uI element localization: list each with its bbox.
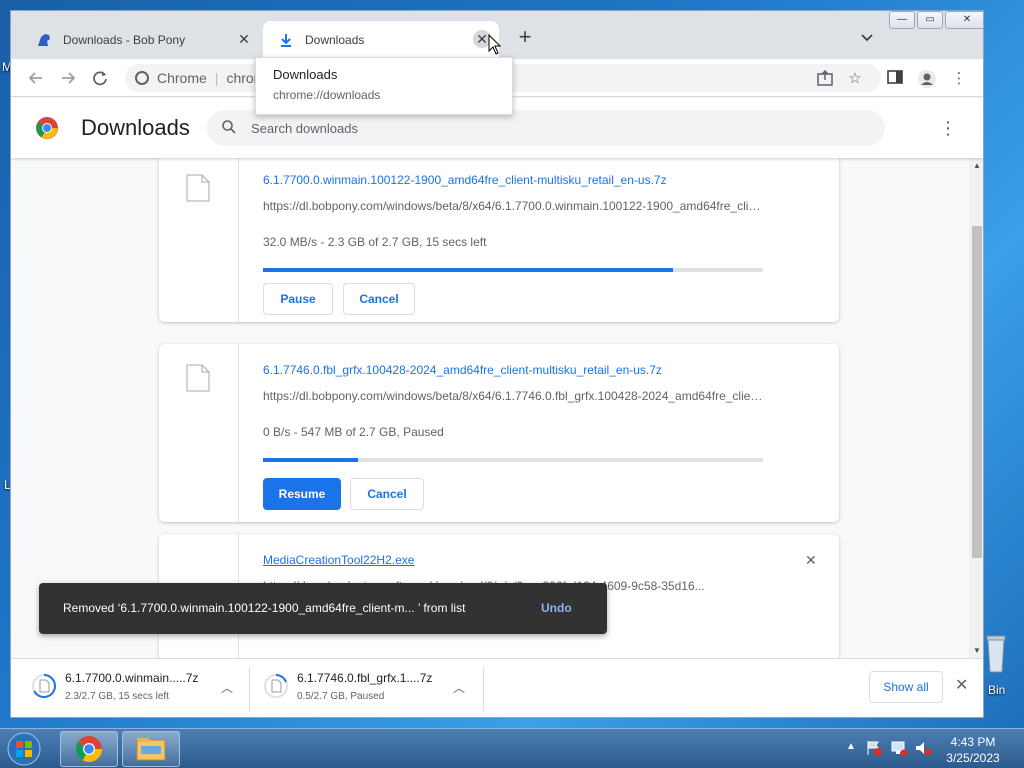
- new-tab-button[interactable]: +: [513, 25, 537, 49]
- remove-from-list-close-icon[interactable]: ✕: [805, 552, 817, 569]
- search-icon: [221, 119, 237, 138]
- profile-avatar-icon[interactable]: [917, 69, 937, 89]
- tab-hover-card: Downloads chrome://downloads: [255, 57, 513, 115]
- shelf-item-status: 0.5/2.7 GB, Paused: [297, 691, 385, 702]
- show-all-button[interactable]: Show all: [869, 671, 943, 703]
- volume-muted-icon[interactable]: [914, 739, 932, 760]
- download-item: 6.1.7700.0.winmain.100122-1900_amd64fre_…: [159, 158, 839, 322]
- mouse-cursor-icon: [488, 33, 502, 61]
- start-button[interactable]: [4, 730, 44, 768]
- minimize-button[interactable]: —: [889, 11, 915, 29]
- progress-fill: [263, 268, 673, 272]
- clock-date: 3/25/2023: [946, 751, 1000, 765]
- tab-search-chevron-icon[interactable]: [857, 27, 877, 47]
- removed-toast: Removed ‘6.1.7700.0.winmain.100122-1900_…: [39, 583, 607, 634]
- download-url[interactable]: https://dl.bobpony.com/windows/beta/8/x6…: [263, 389, 763, 403]
- file-icon: [186, 364, 210, 392]
- pause-button[interactable]: Pause: [263, 283, 333, 315]
- chrome-site-icon: [135, 71, 149, 85]
- file-progress-icon: [263, 673, 289, 699]
- scrollbar-thumb[interactable]: [972, 226, 982, 558]
- site-label: Chrome: [157, 70, 207, 86]
- scroll-down-arrow-icon[interactable]: ▼: [969, 646, 983, 655]
- tab-title: Downloads - Bob Pony: [63, 33, 186, 47]
- cancel-button[interactable]: Cancel: [350, 478, 424, 510]
- download-filename-link[interactable]: 6.1.7746.0.fbl_grfx.100428-2024_amd64fre…: [263, 363, 662, 377]
- action-center-flag-icon[interactable]: [866, 739, 882, 760]
- show-hidden-icons-icon[interactable]: ▲: [846, 741, 856, 752]
- share-icon[interactable]: [815, 69, 835, 89]
- download-progress-bar: [263, 458, 763, 462]
- tab-title: Downloads: [305, 33, 365, 47]
- clock-time: 4:43 PM: [950, 735, 996, 749]
- shelf-divider: [249, 667, 250, 711]
- reload-icon[interactable]: [89, 67, 111, 89]
- more-actions-kebab-icon[interactable]: ⋮: [939, 118, 957, 139]
- taskbar-clock[interactable]: 4:43 PM 3/25/2023: [940, 734, 1006, 766]
- file-icon: [186, 174, 210, 202]
- back-arrow-icon[interactable]: [25, 67, 47, 89]
- window-controls: — ▭ ✕: [887, 11, 983, 31]
- tab-bobpony[interactable]: Downloads - Bob Pony ✕: [21, 21, 261, 59]
- tab-close-icon[interactable]: ✕: [235, 30, 253, 48]
- taskbar-chrome-button[interactable]: [60, 731, 118, 767]
- shelf-item[interactable]: 6.1.7746.0.fbl_grfx.1....7z 0.5/2.7 GB, …: [263, 669, 473, 709]
- shelf-item-status: 2.3/2.7 GB, 15 secs left: [65, 691, 169, 702]
- side-panel-icon[interactable]: [885, 69, 905, 89]
- network-icon[interactable]: [890, 739, 908, 760]
- hovercard-title: Downloads: [273, 67, 338, 82]
- shelf-divider: [483, 667, 484, 711]
- download-shelf: 6.1.7700.0.winmain.....7z 2.3/2.7 GB, 15…: [11, 658, 983, 717]
- shelf-item-name: 6.1.7746.0.fbl_grfx.1....7z: [297, 671, 433, 685]
- browser-window: Downloads - Bob Pony ✕ Downloads ✕ + — ▭…: [10, 10, 984, 718]
- maximize-button[interactable]: ▭: [917, 11, 943, 29]
- download-status: 0 B/s - 547 MB of 2.7 GB, Paused: [263, 425, 444, 439]
- menu-kebab-icon[interactable]: ⋮: [949, 69, 969, 89]
- recycle-bin-icon[interactable]: [986, 632, 1006, 676]
- download-progress-bar: [263, 268, 763, 272]
- chevron-up-icon[interactable]: ︿: [453, 679, 465, 696]
- search-placeholder: Search downloads: [251, 120, 358, 136]
- download-filename-link[interactable]: MediaCreationTool22H2.exe: [263, 553, 414, 567]
- cancel-button[interactable]: Cancel: [343, 283, 415, 315]
- window-close-button[interactable]: ✕: [945, 11, 983, 29]
- shelf-close-icon[interactable]: ✕: [955, 675, 968, 695]
- file-progress-icon: [31, 673, 57, 699]
- taskbar: ▲ 4:43 PM 3/25/2023: [0, 728, 1024, 768]
- forward-arrow-icon[interactable]: [57, 67, 79, 89]
- chrome-logo-icon: [35, 116, 59, 140]
- system-tray: ▲ 4:43 PM 3/25/2023: [840, 729, 1024, 768]
- bookmark-star-icon[interactable]: ☆: [845, 69, 865, 89]
- shelf-item-name: 6.1.7700.0.winmain.....7z: [65, 671, 199, 685]
- search-downloads-input[interactable]: Search downloads: [207, 110, 885, 146]
- scroll-up-arrow-icon[interactable]: ▲: [969, 161, 983, 170]
- undo-button[interactable]: Undo: [541, 601, 572, 615]
- chevron-up-icon[interactable]: ︿: [221, 679, 233, 696]
- download-url[interactable]: https://dl.bobpony.com/windows/beta/8/x6…: [263, 199, 763, 213]
- taskbar-explorer-button[interactable]: [122, 731, 180, 767]
- download-item: 6.1.7746.0.fbl_grfx.100428-2024_amd64fre…: [159, 344, 839, 522]
- hovercard-url: chrome://downloads: [273, 88, 381, 102]
- recycle-bin-label[interactable]: Bin: [988, 683, 1005, 697]
- bobpony-favicon-icon: [35, 31, 53, 49]
- download-status: 32.0 MB/s - 2.3 GB of 2.7 GB, 15 secs le…: [263, 235, 487, 249]
- tab-downloads[interactable]: Downloads ✕: [263, 21, 499, 59]
- page-scrollbar[interactable]: ▲ ▼: [969, 158, 983, 658]
- download-filename-link[interactable]: 6.1.7700.0.winmain.100122-1900_amd64fre_…: [263, 173, 667, 187]
- toast-message: Removed ‘6.1.7700.0.winmain.100122-1900_…: [63, 601, 466, 615]
- download-favicon-icon: [277, 31, 295, 49]
- resume-button[interactable]: Resume: [263, 478, 341, 510]
- progress-fill: [263, 458, 358, 462]
- omnibox-separator: |: [214, 70, 219, 86]
- page-title: Downloads: [81, 115, 190, 140]
- shelf-item[interactable]: 6.1.7700.0.winmain.....7z 2.3/2.7 GB, 15…: [31, 669, 241, 709]
